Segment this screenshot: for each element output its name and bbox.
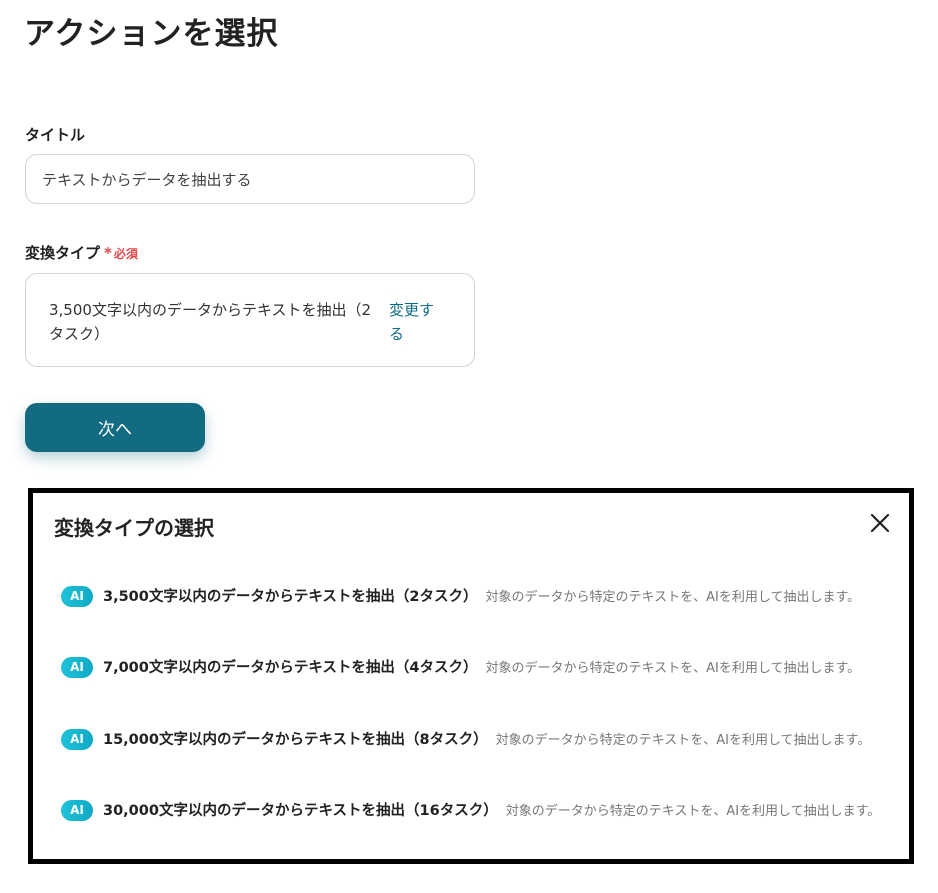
option-item-30000[interactable]: AI 30,000文字以内のデータからテキストを抽出（16タスク） 対象のデータから… bbox=[61, 800, 883, 823]
conversion-type-label: 変換タイプ * 必須 bbox=[25, 242, 138, 263]
option-item-15000[interactable]: AI 15,000文字以内のデータからテキストを抽出（8タスク） 対象のデータから特… bbox=[61, 729, 883, 752]
next-button[interactable]: 次へ bbox=[25, 403, 205, 452]
change-type-link[interactable]: 変更する bbox=[389, 298, 447, 346]
required-asterisk: * bbox=[104, 244, 112, 262]
option-title: 3,500文字以内のデータからテキストを抽出（2タスク） bbox=[103, 589, 478, 605]
ai-badge: AI bbox=[61, 800, 93, 821]
ai-badge: AI bbox=[61, 729, 93, 750]
option-item-3500[interactable]: AI 3,500文字以内のデータからテキストを抽出（2タスク） 対象のデータから特定… bbox=[61, 586, 883, 609]
option-description: 対象のデータから特定のテキストを、AIを利用して抽出します。 bbox=[485, 590, 861, 605]
option-item-7000[interactable]: AI 7,000文字以内のデータからテキストを抽出（4タスク） 対象のデータから特定… bbox=[61, 657, 883, 680]
option-title: 7,000文字以内のデータからテキストを抽出（4タスク） bbox=[103, 660, 478, 676]
ai-badge: AI bbox=[61, 657, 93, 678]
page-title: アクションを選択 bbox=[24, 16, 279, 52]
title-label: タイトル bbox=[25, 126, 86, 144]
option-title: 15,000文字以内のデータからテキストを抽出（8タスク） bbox=[103, 732, 488, 748]
option-title: 30,000文字以内のデータからテキストを抽出（16タスク） bbox=[103, 803, 498, 819]
conversion-type-modal: 変換タイプの選択 AI 3,500文字以内のデータからテキストを抽出（2タスク） 対… bbox=[28, 488, 914, 864]
option-description: 対象のデータから特定のテキストを、AIを利用して抽出します。 bbox=[505, 804, 881, 819]
close-icon[interactable] bbox=[867, 510, 893, 536]
conversion-type-label-text: 変換タイプ bbox=[25, 244, 101, 262]
required-text: 必須 bbox=[113, 247, 138, 261]
conversion-type-value: 3,500文字以内のデータからテキストを抽出（2タスク） bbox=[49, 301, 372, 343]
modal-title: 変換タイプの選択 bbox=[54, 516, 214, 540]
ai-badge: AI bbox=[61, 586, 93, 607]
option-description: 対象のデータから特定のテキストを、AIを利用して抽出します。 bbox=[485, 661, 861, 676]
option-description: 対象のデータから特定のテキストを、AIを利用して抽出します。 bbox=[495, 733, 871, 748]
title-input[interactable] bbox=[25, 154, 475, 204]
conversion-type-box: 3,500文字以内のデータからテキストを抽出（2タスク） 変更する bbox=[25, 273, 475, 367]
